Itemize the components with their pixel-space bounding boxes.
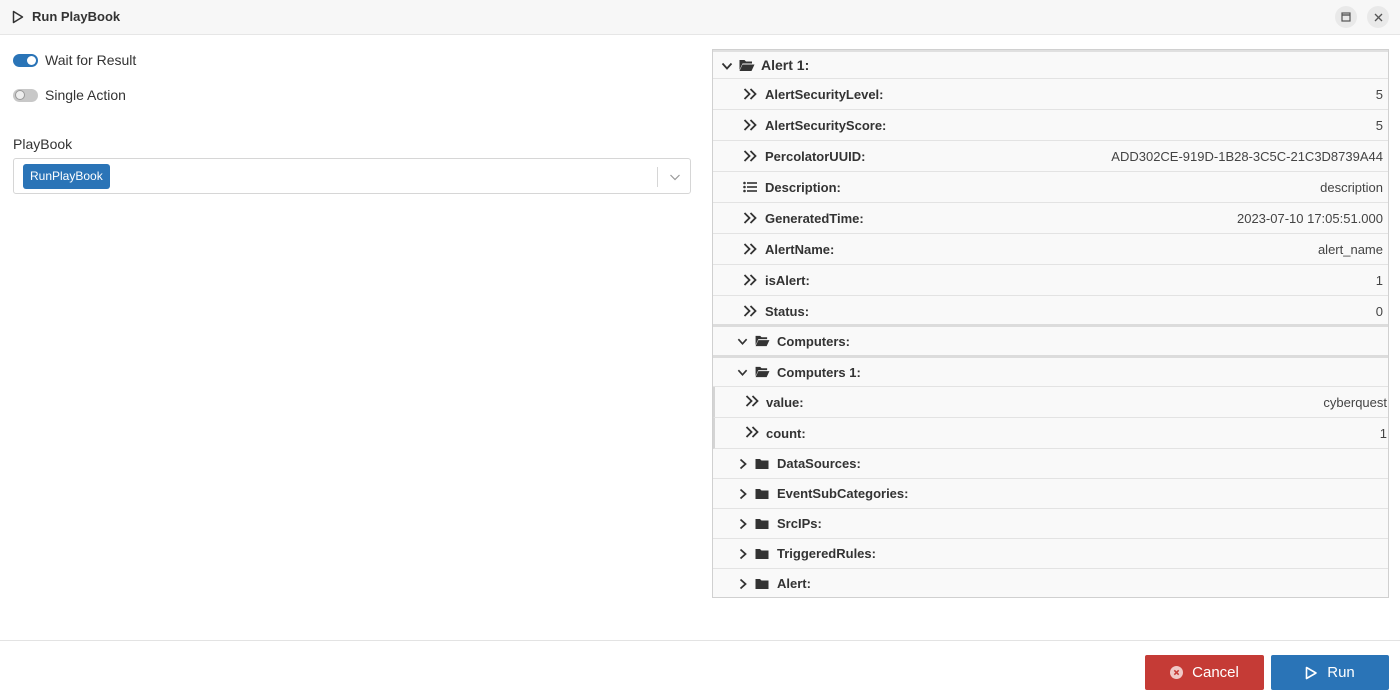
- double-chevron-right-icon: [743, 88, 757, 100]
- tree-field-row[interactable]: AlertSecurityScore: 5: [713, 110, 1388, 141]
- single-action-toggle[interactable]: [13, 88, 38, 102]
- field-label: Description:: [765, 179, 841, 195]
- close-button[interactable]: [1367, 6, 1389, 28]
- field-label: AlertName:: [765, 241, 835, 257]
- tree-field-row[interactable]: PercolatorUUID: ADD302CE-919D-1B28-3C5C-2…: [713, 141, 1388, 172]
- folder-icon: [755, 549, 769, 559]
- chevron-down-icon[interactable]: [737, 336, 748, 347]
- tree-field-count[interactable]: count: 1: [713, 418, 1388, 449]
- tree-field-row[interactable]: Status: 0: [713, 296, 1388, 327]
- double-chevron-right-icon: [743, 305, 757, 317]
- field-label: AlertSecurityLevel:: [765, 86, 884, 102]
- folder-label: DataSources:: [777, 456, 861, 471]
- chevron-down-icon[interactable]: [737, 367, 748, 378]
- folder-open-icon: [755, 335, 770, 347]
- folder-label: EventSubCategories:: [777, 486, 909, 501]
- play-icon: [1305, 666, 1318, 679]
- wait-for-result-option: Wait for Result: [13, 52, 136, 68]
- tree-folder-collapsed[interactable]: Alert:: [713, 569, 1388, 597]
- tree-field-row[interactable]: isAlert: 1: [713, 265, 1388, 296]
- tree-field-value[interactable]: value: cyberquest: [713, 387, 1388, 418]
- tree-field-row[interactable]: AlertSecurityLevel: 5: [713, 79, 1388, 110]
- maximize-icon: [1341, 12, 1351, 22]
- folder-icon: [755, 519, 769, 529]
- cancel-button[interactable]: Cancel: [1145, 655, 1264, 690]
- folder-open-icon: [755, 366, 770, 378]
- field-value: cyberquest: [1323, 394, 1387, 410]
- double-chevron-right-icon: [743, 119, 757, 131]
- list-icon: [743, 181, 757, 193]
- field-label: Status:: [765, 303, 810, 319]
- double-chevron-right-icon: [743, 243, 757, 255]
- field-label: GeneratedTime:: [765, 210, 864, 226]
- alert-tree: Alert 1: AlertSecurityLevel: 5 AlertSecuri…: [712, 49, 1389, 598]
- close-icon: [1374, 13, 1382, 21]
- field-label: isAlert:: [765, 272, 810, 288]
- play-icon: [12, 10, 24, 24]
- chevron-down-icon[interactable]: [721, 60, 733, 72]
- footer-divider: [0, 640, 1400, 641]
- folder-open-icon: [739, 60, 755, 71]
- folder-label: TriggeredRules:: [777, 546, 876, 561]
- tree-folder-collapsed[interactable]: DataSources:: [713, 449, 1388, 479]
- chevron-right-icon[interactable]: [738, 458, 748, 470]
- tree-folder-collapsed[interactable]: TriggeredRules:: [713, 539, 1388, 569]
- tree-field-row[interactable]: GeneratedTime: 2023-07-10 17:05:51.000: [713, 203, 1388, 234]
- cancel-circle-icon: [1170, 666, 1184, 679]
- field-label: value:: [766, 394, 804, 410]
- tree-root-alert[interactable]: Alert 1:: [713, 50, 1388, 79]
- dialog-title: Run PlayBook: [32, 9, 121, 24]
- folder-icon: [755, 579, 769, 589]
- wait-for-result-label: Wait for Result: [45, 52, 137, 68]
- chevron-right-icon[interactable]: [738, 518, 748, 530]
- tree-field-row[interactable]: AlertName: alert_name: [713, 234, 1388, 265]
- field-value: description: [1320, 179, 1383, 195]
- folder-label: SrcIPs:: [777, 516, 822, 531]
- folder-icon: [755, 459, 769, 469]
- double-chevron-right-icon: [743, 150, 757, 162]
- tree-folder-computers[interactable]: Computers:: [713, 324, 1388, 356]
- tree-folder-collapsed[interactable]: SrcIPs:: [713, 509, 1388, 539]
- cancel-label: Cancel: [1192, 664, 1239, 681]
- double-chevron-right-icon: [745, 426, 759, 438]
- chevron-right-icon[interactable]: [738, 548, 748, 560]
- double-chevron-right-icon: [743, 212, 757, 224]
- field-label: PercolatorUUID:: [765, 148, 866, 164]
- tree-folder-computers-1[interactable]: Computers 1:: [713, 355, 1388, 387]
- single-action-label: Single Action: [45, 87, 126, 103]
- run-label: Run: [1327, 664, 1355, 681]
- chevron-right-icon[interactable]: [738, 488, 748, 500]
- playbook-label: PlayBook: [13, 136, 73, 152]
- computers-folder-label: Computers:: [777, 333, 850, 349]
- computers-1-folder-label: Computers 1:: [777, 364, 861, 380]
- playbook-select[interactable]: RunPlayBook: [13, 158, 691, 194]
- field-value: 5: [1375, 86, 1383, 102]
- select-separator: [657, 167, 658, 187]
- dialog-header: Run PlayBook: [0, 0, 1400, 35]
- tree-root-label: Alert 1:: [761, 57, 810, 73]
- field-value: 1: [1375, 272, 1383, 288]
- run-button[interactable]: Run: [1271, 655, 1389, 690]
- field-value: 5: [1375, 117, 1383, 133]
- double-chevron-right-icon: [745, 395, 759, 407]
- double-chevron-right-icon: [743, 274, 757, 286]
- maximize-button[interactable]: [1335, 6, 1357, 28]
- tree-field-row[interactable]: Description: description: [713, 172, 1388, 203]
- single-action-option: Single Action: [13, 87, 126, 103]
- field-value: 0: [1375, 303, 1383, 319]
- field-label: AlertSecurityScore:: [765, 117, 887, 133]
- field-value: ADD302CE-919D-1B28-3C5C-21C3D8739A44: [1111, 148, 1383, 164]
- field-label: count:: [766, 425, 806, 441]
- folder-icon: [755, 489, 769, 499]
- chevron-down-icon[interactable]: [668, 170, 682, 184]
- field-value: 1: [1379, 425, 1387, 441]
- tree-folder-collapsed[interactable]: EventSubCategories:: [713, 479, 1388, 509]
- wait-for-result-toggle[interactable]: [13, 53, 38, 67]
- field-value: alert_name: [1317, 241, 1383, 257]
- chevron-right-icon[interactable]: [738, 578, 748, 590]
- field-value: 2023-07-10 17:05:51.000: [1236, 210, 1383, 226]
- folder-label: Alert:: [777, 576, 811, 591]
- playbook-selected-chip[interactable]: RunPlayBook: [23, 164, 110, 189]
